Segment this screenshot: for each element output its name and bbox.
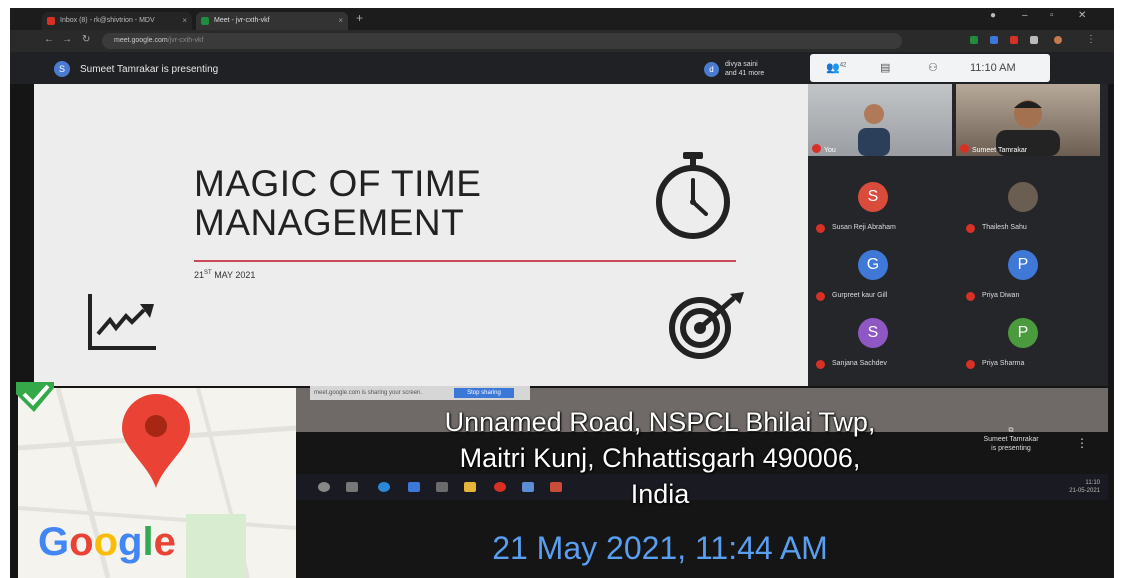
participant-tile[interactable]: S Susan Reji Abraham (808, 172, 954, 242)
people-icon[interactable]: 👥42 (826, 61, 846, 74)
mic-muted-icon (816, 292, 825, 301)
extension-icon[interactable] (970, 36, 978, 44)
photo-timestamp: 21 May 2021, 11:44 AM (492, 530, 828, 566)
tab-meet-label: Meet - jvr-cxth-vkf (214, 17, 270, 24)
tab-meet[interactable]: Meet - jvr-cxth-vkf × (196, 12, 348, 30)
presenter-avatar: S (54, 61, 70, 77)
location-address: Unnamed Road, NSPCL Bhilai Twp, Maitri K… (444, 407, 876, 509)
tab-inbox-label: Inbox (8) - rk@shivtrion - MDV (60, 17, 155, 24)
participant-name: Thailesh Sahu (982, 224, 1027, 231)
slide-date: 21ST MAY 2021 (194, 270, 256, 280)
tab-close-icon[interactable]: × (338, 12, 343, 30)
tab-close-icon[interactable]: × (182, 12, 187, 30)
presentation-slide: MAGIC OF TIME MANAGEMENT 21ST MAY 2021 (34, 84, 808, 386)
chat-icon[interactable]: ▤ (880, 61, 890, 74)
mic-muted-icon (966, 360, 975, 369)
video-tile-label: Sumeet Tamrakar (972, 147, 1028, 154)
mic-muted-icon (812, 144, 821, 153)
participant-name: Priya Sharma (982, 360, 1025, 367)
reload-icon[interactable]: ↻ (82, 34, 90, 45)
participant-name: Gurpreet kaur Gill (832, 292, 888, 299)
profile-icon[interactable] (1054, 36, 1062, 44)
gmail-icon (47, 17, 55, 25)
new-tab-button[interactable]: + (356, 11, 363, 25)
stop-sharing-button[interactable]: Stop sharing (454, 388, 514, 398)
back-icon[interactable]: ← (44, 34, 54, 45)
participant-avatar: P (1008, 250, 1038, 280)
participant-avatar: S (858, 318, 888, 348)
chart-trend-icon (88, 294, 156, 350)
forward-icon[interactable]: → (62, 34, 72, 45)
slide-title: MAGIC OF TIME MANAGEMENT (194, 163, 482, 243)
participant-tile[interactable]: G Gurpreet kaur Gill (808, 240, 954, 310)
meeting-clock: 11:10 AM (970, 62, 1016, 74)
mic-muted-icon (816, 360, 825, 369)
participant-video (858, 104, 890, 156)
address-bar-row: ← → ↻ meet.google.com/jvr-cxth-vkf ⋮ (10, 30, 1114, 52)
presenter-text: Sumeet Tamrakar is presenting (80, 64, 219, 75)
mic-muted-icon (960, 144, 969, 153)
activities-icon[interactable]: ⚇ (928, 61, 938, 74)
verified-check-icon (16, 382, 54, 412)
map-pin-icon (122, 394, 190, 488)
google-logo: Google (38, 520, 176, 564)
participant-avatar: G (858, 250, 888, 280)
participant-tile[interactable]: Thailesh Sahu (958, 172, 1104, 242)
participant-avatar: P (1008, 318, 1038, 348)
url-path: /jvr-cxth-vkf (167, 37, 204, 44)
video-tile-presenter[interactable]: Sumeet Tamrakar (956, 84, 1100, 156)
meet-top-panel: 👥42 ▤ ⚇ 11:10 AM (810, 54, 1050, 82)
close-window-icon[interactable]: ✕ (1078, 10, 1086, 21)
mic-muted-icon (966, 224, 975, 233)
slide-divider (194, 260, 736, 262)
video-tile-label: You (824, 147, 836, 154)
participant-name: Priya Diwan (982, 292, 1020, 299)
stopwatch-icon (656, 152, 730, 239)
map-thumbnail: Google (18, 388, 296, 578)
participant-name: Sanjana Sachdev (832, 360, 887, 367)
account-icon[interactable]: ● (990, 10, 996, 21)
browser-tab-strip: Inbox (8) - rk@shivtrion - MDV × Meet - … (10, 8, 1114, 30)
minimize-icon[interactable]: – (1022, 10, 1028, 21)
target-icon (669, 292, 744, 359)
participant-tile[interactable]: P Priya Diwan (958, 240, 1104, 310)
participant-tile[interactable]: S Sanjana Sachdev (808, 308, 954, 378)
viewer-summary: divya saini and 41 more (725, 61, 765, 77)
url-field[interactable]: meet.google.com/jvr-cxth-vkf (102, 33, 902, 49)
meet-icon (201, 17, 209, 25)
participant-avatar (1008, 182, 1038, 212)
participant-name: Susan Reji Abraham (832, 224, 896, 231)
mic-muted-icon (966, 292, 975, 301)
tab-inbox[interactable]: Inbox (8) - rk@shivtrion - MDV × (42, 12, 192, 30)
taskbar-clock: 11:10 21-05-2021 (1069, 480, 1100, 494)
viewer-avatar: d (704, 62, 719, 77)
video-tile-self[interactable]: You (808, 84, 952, 156)
mic-muted-icon (816, 224, 825, 233)
participant-avatar: S (858, 182, 888, 212)
menu-icon[interactable]: ⋮ (1086, 34, 1096, 45)
maximize-icon[interactable]: ▫ (1050, 10, 1054, 21)
url-host: meet.google.com (114, 37, 168, 44)
participant-tile[interactable]: P Priya Sharma (958, 308, 1104, 378)
extension-icon[interactable] (990, 36, 998, 44)
participants-grid: You Sumeet Tamrakar S Susan Reji Abraham… (808, 84, 1108, 386)
more-options-icon[interactable]: ⋮ (1076, 436, 1088, 450)
extension-icon[interactable] (1010, 36, 1018, 44)
extension-icon[interactable] (1030, 36, 1038, 44)
